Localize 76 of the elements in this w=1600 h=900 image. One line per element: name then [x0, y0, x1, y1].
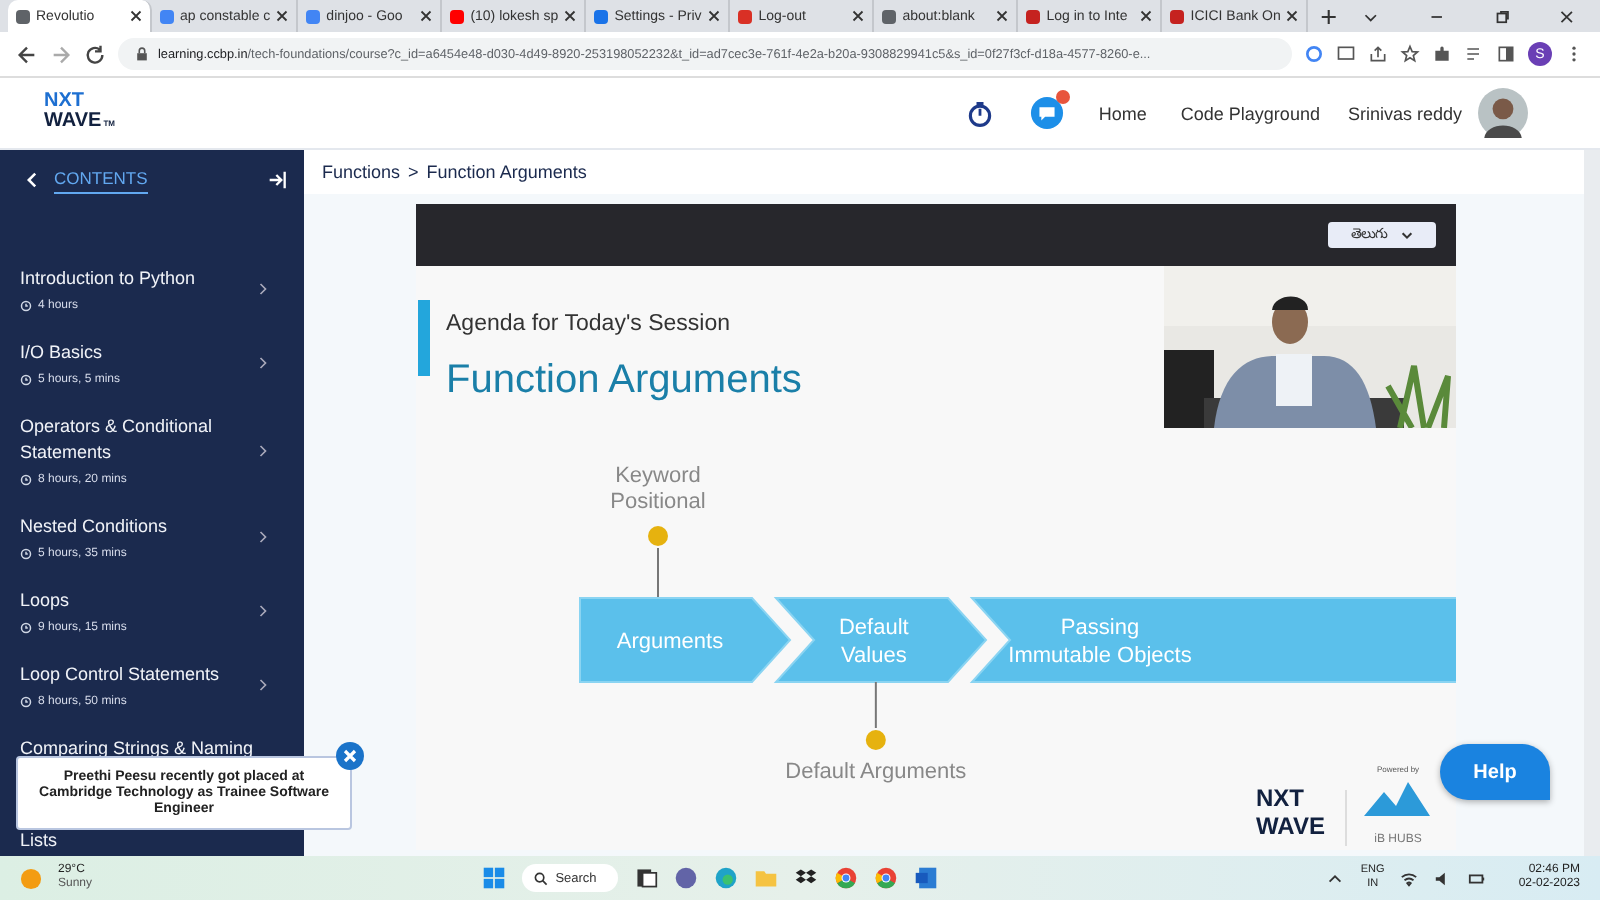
task-view-icon[interactable]	[633, 866, 658, 890]
slide-logo-text: WAVE	[1256, 812, 1325, 840]
breadcrumb-separator: >	[408, 162, 419, 182]
close-icon[interactable]	[564, 10, 577, 22]
chevron-down-icon	[1399, 228, 1413, 242]
windows-icon[interactable]	[481, 866, 506, 890]
close-icon[interactable]	[852, 10, 865, 22]
chrome-icon[interactable]	[833, 866, 858, 890]
slide-logo-text: NXT	[1256, 784, 1304, 812]
note-text: Default Arguments	[785, 760, 967, 784]
close-icon[interactable]	[276, 10, 289, 22]
clock-icon	[20, 696, 32, 708]
step-label: Immutable Objects	[1008, 644, 1192, 668]
new-tab-icon[interactable]	[1320, 7, 1339, 25]
accent-bar	[418, 300, 430, 376]
close-icon[interactable]	[1558, 7, 1576, 25]
clock-icon	[20, 548, 32, 560]
nav-link[interactable]: Code Playground	[1180, 103, 1320, 123]
connector-dot	[648, 526, 668, 599]
stopwatch-icon[interactable]	[966, 99, 995, 127]
step-label: Values	[841, 644, 907, 668]
star-icon[interactable]	[1400, 44, 1420, 64]
lock-icon	[134, 46, 150, 62]
chat-icon[interactable]	[673, 866, 698, 890]
restore-icon[interactable]	[1493, 7, 1511, 25]
close-icon[interactable]	[708, 10, 721, 22]
share-icon[interactable]	[1368, 44, 1388, 64]
close-icon[interactable]	[996, 10, 1009, 22]
puzzle-icon[interactable]	[1432, 44, 1452, 64]
clock-icon	[20, 374, 32, 386]
chevron-right-icon	[258, 604, 268, 618]
connector-dot	[865, 681, 886, 750]
chat-icon[interactable]	[1030, 96, 1065, 130]
chevron-right-icon	[258, 530, 268, 544]
chevron-right-icon	[258, 356, 268, 370]
breadcrumb-link[interactable]: Function Arguments	[426, 162, 587, 182]
step-label: Passing	[1060, 616, 1140, 640]
chevron-left-icon[interactable]	[24, 172, 40, 188]
slide-subtitle: Agenda for Today's Session	[446, 312, 730, 336]
chevron-right-icon	[258, 678, 268, 692]
edge-icon[interactable]	[713, 866, 738, 890]
note-text: Positional	[610, 490, 706, 514]
slide-title: Function Arguments	[446, 358, 802, 402]
note-text: Keyword	[615, 464, 701, 488]
help-button[interactable]: Help	[1440, 744, 1550, 800]
user-name[interactable]: Srinivas reddy	[1347, 103, 1462, 123]
close-icon[interactable]	[420, 10, 433, 22]
close-icon[interactable]	[130, 10, 143, 22]
collapse-icon[interactable]	[268, 170, 288, 190]
wifi-icon[interactable]	[1400, 869, 1419, 887]
word-icon[interactable]	[913, 866, 938, 890]
nav-link[interactable]: Home	[1098, 103, 1147, 123]
playlist-icon[interactable]	[1464, 44, 1484, 64]
breadcrumb-link[interactable]: Functions	[322, 162, 401, 182]
avatar[interactable]	[1478, 88, 1528, 138]
battery-icon[interactable]	[1468, 869, 1487, 887]
clock-icon	[20, 622, 32, 634]
step-label: Default	[839, 616, 909, 640]
screen-share-icon[interactable]	[1336, 44, 1356, 64]
contents-tab[interactable]: CONTENTS	[54, 167, 148, 193]
side-panel-icon[interactable]	[1496, 44, 1516, 64]
back-icon[interactable]	[16, 43, 38, 65]
module-item[interactable]: Lists	[0, 828, 304, 856]
chevron-right-icon	[258, 443, 268, 457]
reload-icon[interactable]	[84, 43, 106, 65]
mountain-icon	[1364, 782, 1430, 816]
chevron-right-icon	[258, 282, 268, 296]
close-icon[interactable]	[1140, 10, 1153, 22]
chrome-icon[interactable]	[873, 866, 898, 890]
clock-icon	[20, 300, 32, 312]
google-icon[interactable]	[1304, 44, 1324, 64]
step-label: Arguments	[616, 630, 724, 654]
clock-icon	[20, 474, 32, 486]
search-icon	[533, 871, 548, 885]
close-icon[interactable]	[1286, 10, 1299, 22]
sun-icon	[20, 867, 42, 889]
